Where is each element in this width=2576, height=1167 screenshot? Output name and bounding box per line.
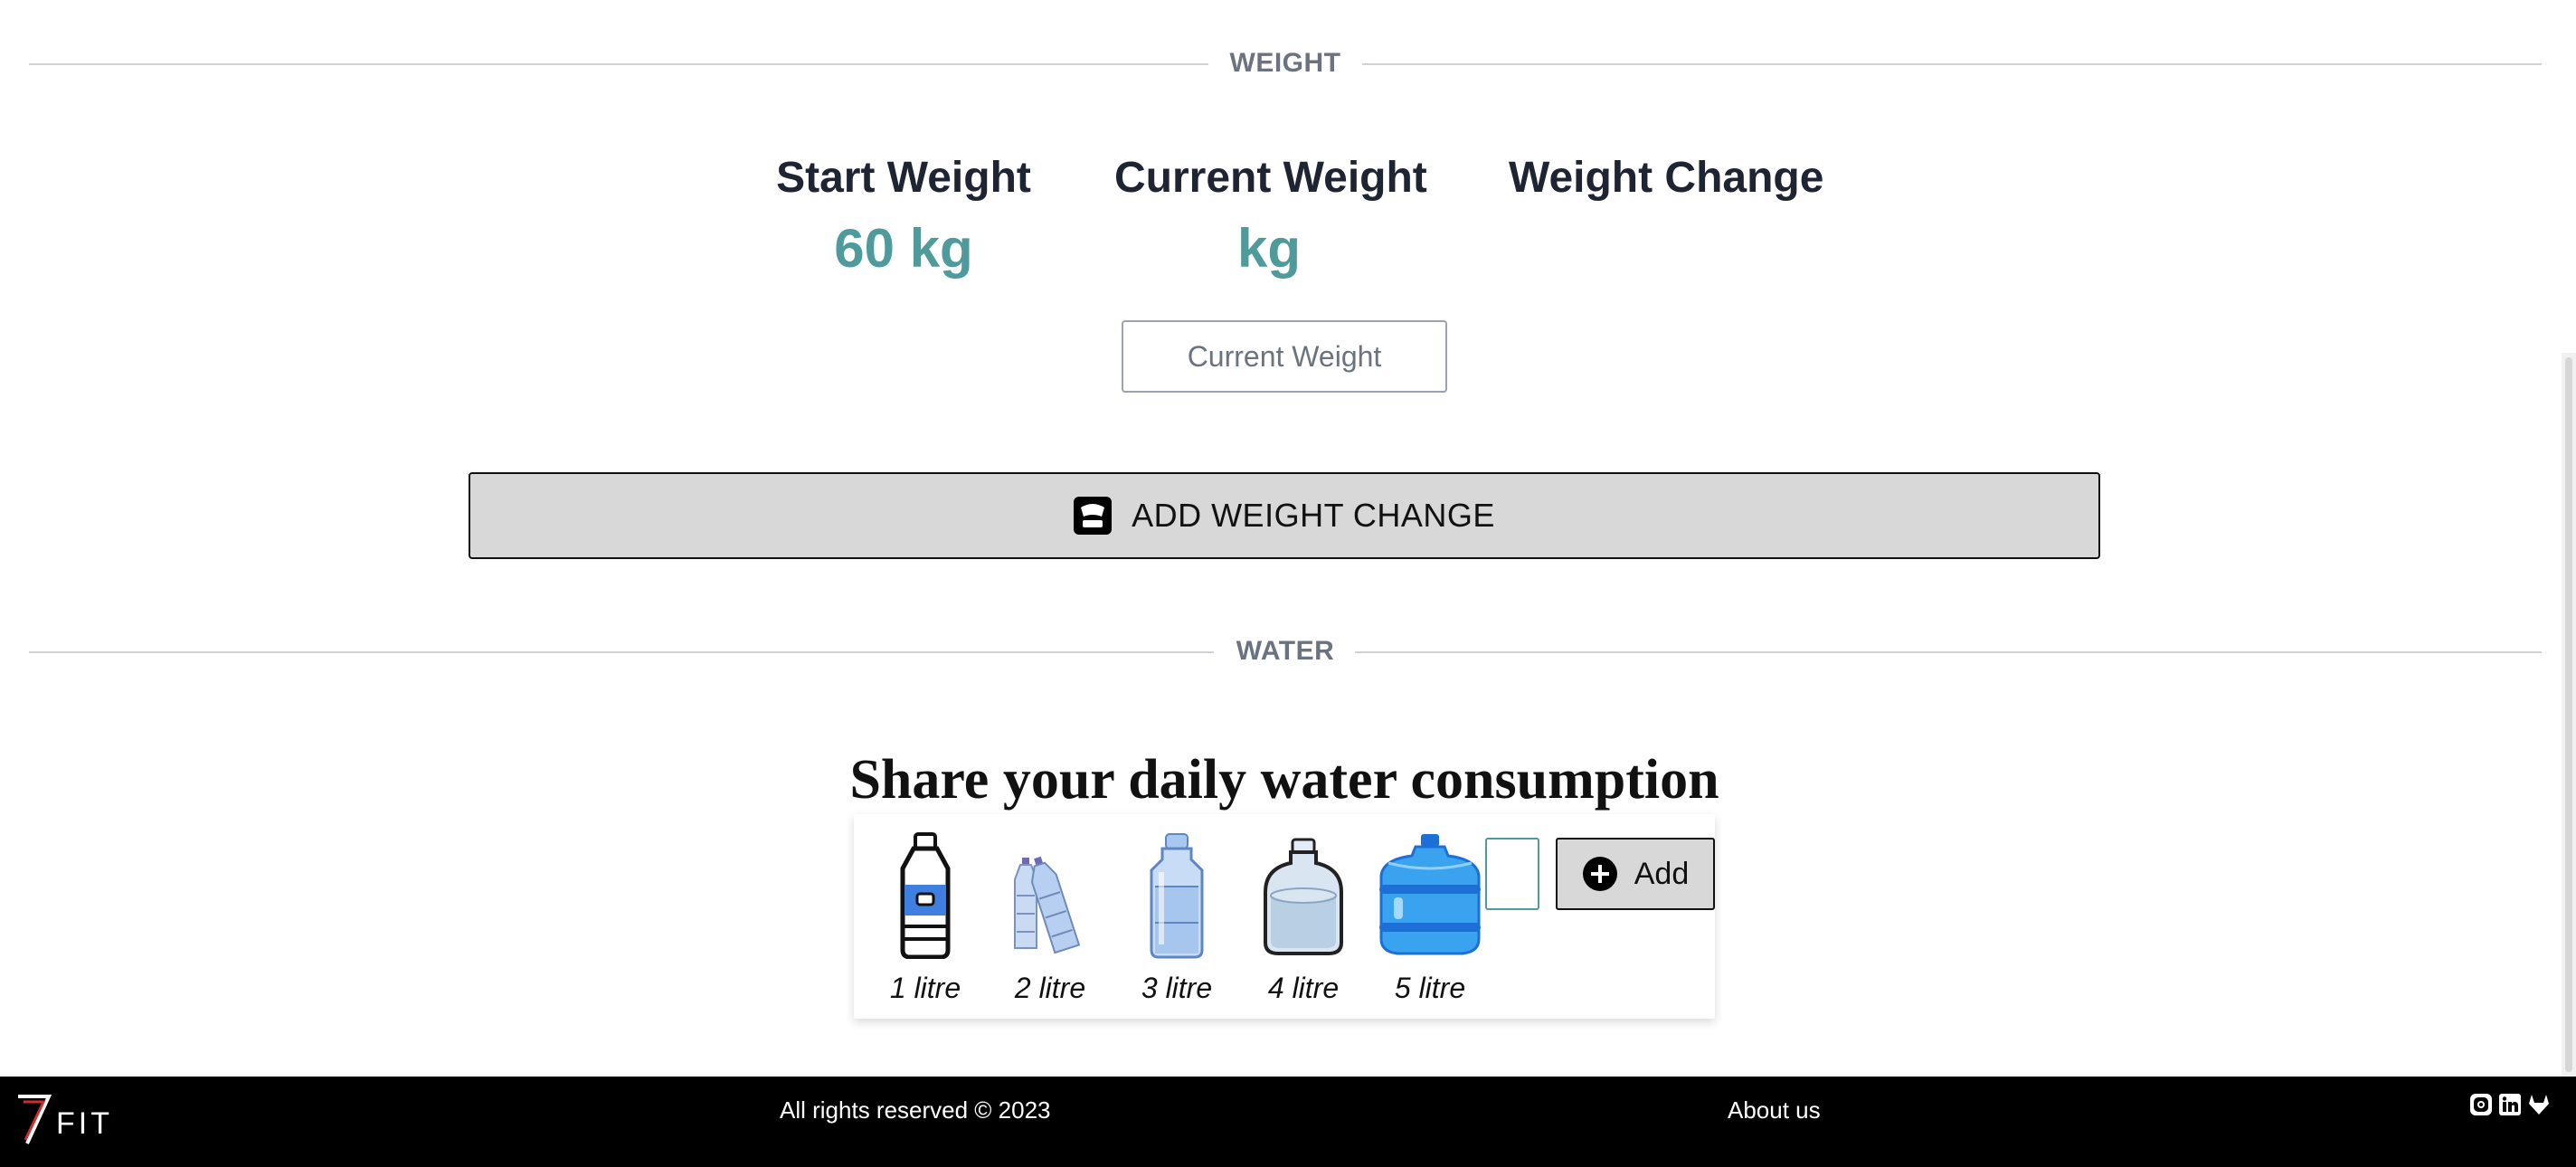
water-heading: Share your daily water consumption (849, 749, 1719, 811)
footer-copyright: All rights reserved © 2023 (780, 1096, 1051, 1124)
scrollbar-thumb[interactable] (2565, 357, 2572, 1072)
weight-change-title: Weight Change (1509, 154, 1824, 202)
water-option-1-litre[interactable]: 1 litre (867, 832, 984, 1005)
bottle-3l-icon (1118, 832, 1236, 959)
linkedin-icon[interactable] (2498, 1093, 2522, 1116)
current-weight-value: kg (1236, 218, 1302, 279)
footer-about-link[interactable]: About us (1728, 1096, 1821, 1124)
water-option-5-litre[interactable]: 5 litre (1371, 832, 1489, 1005)
water-amount-input[interactable] (1485, 838, 1539, 910)
footer: FIT All rights reserved © 2023 About us (0, 1077, 2576, 1167)
divider-line (1355, 651, 2542, 653)
water-option-2-litre[interactable]: 2 litre (991, 832, 1109, 1005)
logo-seven-mark-icon (18, 1095, 52, 1144)
divider-line (1362, 63, 2542, 65)
plus-circle-icon (1582, 856, 1618, 892)
start-weight-value: 60 kg (834, 218, 973, 279)
water-cooler-5l-icon (1371, 832, 1489, 959)
water-option-label: 1 litre (889, 972, 961, 1004)
start-weight-stat: Start Weight 60 kg (776, 149, 1031, 285)
water-option-4-litre[interactable]: 4 litre (1245, 832, 1362, 1005)
water-option-label: 2 litre (1014, 972, 1086, 1004)
bottle-1l-icon (867, 832, 984, 959)
gitlab-icon[interactable] (2527, 1093, 2551, 1116)
add-water-button[interactable]: Add (1556, 838, 1715, 910)
start-weight-title: Start Weight (776, 154, 1031, 202)
footer-logo-text: FIT (56, 1106, 113, 1141)
water-option-label: 3 litre (1141, 972, 1213, 1004)
current-weight-title: Current Weight (1114, 154, 1427, 202)
water-options-card: 1 litre 2 litre 3 litre 4 litre 5 litre … (854, 814, 1715, 1019)
current-weight-input[interactable] (1122, 320, 1447, 393)
water-section-divider: WATER (29, 633, 2542, 669)
water-option-label: 5 litre (1394, 972, 1466, 1004)
add-water-label: Add (1634, 856, 1690, 891)
weight-section-divider: WEIGHT (29, 45, 2542, 81)
add-weight-change-button[interactable]: ADD WEIGHT CHANGE (469, 472, 2100, 559)
instagram-icon[interactable] (2469, 1093, 2493, 1116)
add-weight-change-label: ADD WEIGHT CHANGE (1132, 497, 1495, 534)
current-weight-stat: Current Weight kg (1114, 149, 1427, 285)
water-option-3-litre[interactable]: 3 litre (1118, 832, 1236, 1005)
scale-icon (1074, 497, 1113, 535)
water-option-label: 4 litre (1267, 972, 1340, 1004)
jug-4l-icon (1245, 832, 1362, 959)
bottles-2l-icon (991, 832, 1109, 959)
weight-change-stat: Weight Change (1509, 149, 1824, 213)
footer-social-icons (2469, 1093, 2551, 1116)
footer-logo[interactable]: FIT (16, 1093, 113, 1145)
